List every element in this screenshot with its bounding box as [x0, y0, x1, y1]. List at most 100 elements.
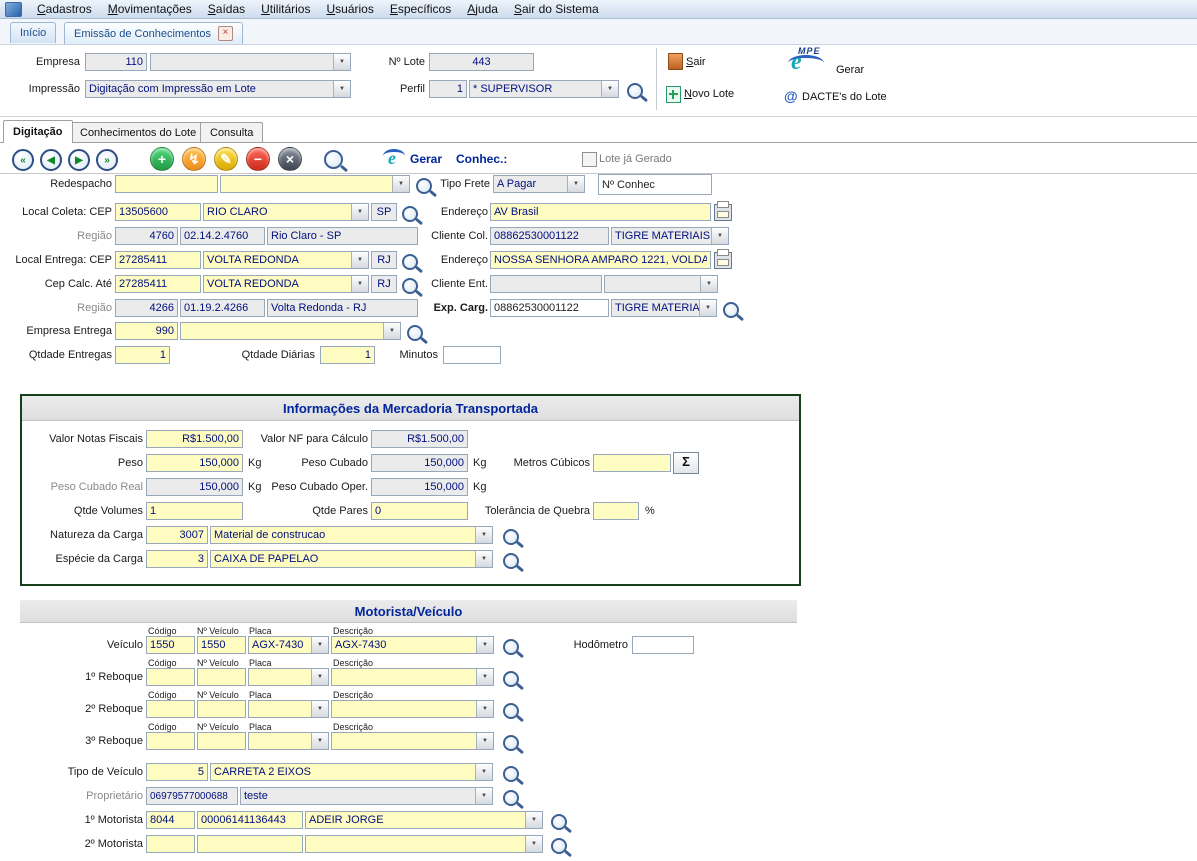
dacte-do-lote-button[interactable]: DACTE's do Lote	[802, 90, 887, 105]
exp-carg-select[interactable]: TIGRE MATERIAIS ▼	[611, 299, 717, 317]
impressao-select[interactable]: Digitação com Impressão em Lote ▼	[85, 80, 351, 98]
search-icon[interactable]	[503, 671, 519, 687]
dacte-icon[interactable]: @	[784, 89, 798, 104]
tab-consulta[interactable]: Consulta	[200, 122, 263, 142]
reboque2-placa-select[interactable]: ▼	[248, 700, 329, 718]
reboque2-num-field[interactable]	[197, 700, 246, 718]
veiculo-placa-select[interactable]: AGX-7430 ▼	[248, 636, 329, 654]
search-icon[interactable]	[503, 529, 519, 545]
menu-sair-do-sistema[interactable]: Sair do Sistema	[506, 1, 607, 17]
exit-door-icon[interactable]	[668, 53, 683, 70]
qtdade-entregas-field[interactable]	[115, 346, 170, 364]
entrega-cidade-select[interactable]: VOLTA REDONDA ▼	[203, 251, 369, 269]
next-record-icon[interactable]: ▶	[68, 149, 90, 171]
search-icon[interactable]	[407, 325, 423, 341]
gerar-header-button[interactable]: Gerar	[836, 63, 864, 78]
natureza-carga-cod-field[interactable]	[146, 526, 208, 544]
search-icon[interactable]	[503, 703, 519, 719]
cep-calc-cidade-select[interactable]: VOLTA REDONDA ▼	[203, 275, 369, 293]
reboque2-desc-select[interactable]: ▼	[331, 700, 494, 718]
tolerancia-quebra-field[interactable]	[593, 502, 639, 520]
coleta-cep-field[interactable]	[115, 203, 201, 221]
reboque2-cod-field[interactable]	[146, 700, 195, 718]
tipo-veiculo-cod-field[interactable]	[146, 763, 208, 781]
sair-button[interactable]: Sair	[686, 55, 706, 70]
search-icon[interactable]	[402, 278, 418, 294]
search-icon[interactable]	[503, 790, 519, 806]
endereco-coleta-field[interactable]	[490, 203, 711, 221]
especie-carga-select[interactable]: CAIXA DE PAPELAO ▼	[210, 550, 493, 568]
menu-ajuda[interactable]: Ajuda	[459, 1, 506, 17]
close-icon[interactable]: ×	[218, 26, 233, 41]
reboque3-desc-select[interactable]: ▼	[331, 732, 494, 750]
redespacho-code-field[interactable]	[115, 175, 218, 193]
veiculo-desc-select[interactable]: AGX-7430 ▼	[331, 636, 494, 654]
search-icon[interactable]	[551, 814, 567, 830]
tab-inicio[interactable]: Início	[10, 22, 56, 43]
menu-saidas[interactable]: Saídas	[200, 1, 253, 17]
first-record-icon[interactable]: «	[12, 149, 34, 171]
gerar-toolbar-button[interactable]: Gerar	[410, 150, 442, 168]
sigma-button[interactable]: Σ	[673, 452, 699, 474]
menu-movimentacoes[interactable]: Movimentações	[100, 1, 200, 17]
especie-carga-cod-field[interactable]	[146, 550, 208, 568]
reboque1-placa-select[interactable]: ▼	[248, 668, 329, 686]
natureza-carga-select[interactable]: Material de construcao ▼	[210, 526, 493, 544]
reboque1-cod-field[interactable]	[146, 668, 195, 686]
cancel-icon[interactable]: ×	[278, 147, 302, 171]
redespacho-select[interactable]: ▼	[220, 175, 410, 193]
qtde-pares-field[interactable]	[371, 502, 468, 520]
motorista1-select[interactable]: ADEIR JORGE ▼	[305, 811, 543, 829]
motorista2-doc-field[interactable]	[197, 835, 303, 853]
search-icon[interactable]	[503, 639, 519, 655]
gerar-icon[interactable]: e	[383, 147, 407, 169]
novo-lote-button[interactable]: Novo Lote	[684, 87, 734, 102]
tab-emissao-conhecimentos[interactable]: Emissão de Conhecimentos ×	[64, 22, 243, 44]
previous-record-icon[interactable]: ◀	[40, 149, 62, 171]
lightning-icon[interactable]: ↯	[182, 147, 206, 171]
qtde-volumes-field[interactable]	[146, 502, 243, 520]
motorista1-cod-field[interactable]	[146, 811, 195, 829]
qtdade-diarias-field[interactable]	[320, 346, 375, 364]
remove-icon[interactable]: −	[246, 147, 270, 171]
search-icon[interactable]	[551, 838, 567, 854]
motorista2-cod-field[interactable]	[146, 835, 195, 853]
reboque1-desc-select[interactable]: ▼	[331, 668, 494, 686]
add-icon[interactable]: +	[150, 147, 174, 171]
metros-cubicos-field[interactable]	[593, 454, 671, 472]
reboque1-num-field[interactable]	[197, 668, 246, 686]
hodometro-field[interactable]	[632, 636, 694, 654]
reboque3-num-field[interactable]	[197, 732, 246, 750]
edit-pencil-icon[interactable]: ✎	[214, 147, 238, 171]
motorista2-select[interactable]: ▼	[305, 835, 543, 853]
print-icon[interactable]	[714, 252, 732, 269]
search-icon[interactable]	[503, 553, 519, 569]
menu-especificos[interactable]: Específicos	[382, 1, 459, 17]
print-icon[interactable]	[714, 204, 732, 221]
search-icon[interactable]	[723, 302, 739, 318]
peso-field[interactable]	[146, 454, 243, 472]
perfil-select[interactable]: * SUPERVISOR ▼	[469, 80, 619, 98]
empresa-entrega-cod-field[interactable]	[115, 322, 178, 340]
search-icon[interactable]	[627, 83, 643, 99]
tipo-veiculo-select[interactable]: CARRETA 2 EIXOS ▼	[210, 763, 493, 781]
motorista1-doc-field[interactable]	[197, 811, 303, 829]
menu-utilitarios[interactable]: Utilitários	[253, 1, 318, 17]
tab-conhecimentos-do-lote[interactable]: Conhecimentos do Lote	[70, 122, 206, 142]
search-icon[interactable]	[402, 254, 418, 270]
last-record-icon[interactable]: »	[96, 149, 118, 171]
endereco-entrega-field[interactable]	[490, 251, 711, 269]
empresa-entrega-select[interactable]: ▼	[180, 322, 401, 340]
exp-carg-doc-field[interactable]	[490, 299, 609, 317]
reboque3-placa-select[interactable]: ▼	[248, 732, 329, 750]
cep-calc-cep-field[interactable]	[115, 275, 201, 293]
valor-notas-fiscais-field[interactable]	[146, 430, 243, 448]
menu-cadastros[interactable]: Cadastros	[29, 1, 100, 17]
new-lot-icon[interactable]	[666, 86, 681, 103]
search-icon[interactable]	[503, 735, 519, 751]
coleta-cidade-select[interactable]: RIO CLARO ▼	[203, 203, 369, 221]
search-icon[interactable]	[416, 178, 432, 194]
entrega-cep-field[interactable]	[115, 251, 201, 269]
search-icon[interactable]	[324, 150, 343, 169]
reboque3-cod-field[interactable]	[146, 732, 195, 750]
